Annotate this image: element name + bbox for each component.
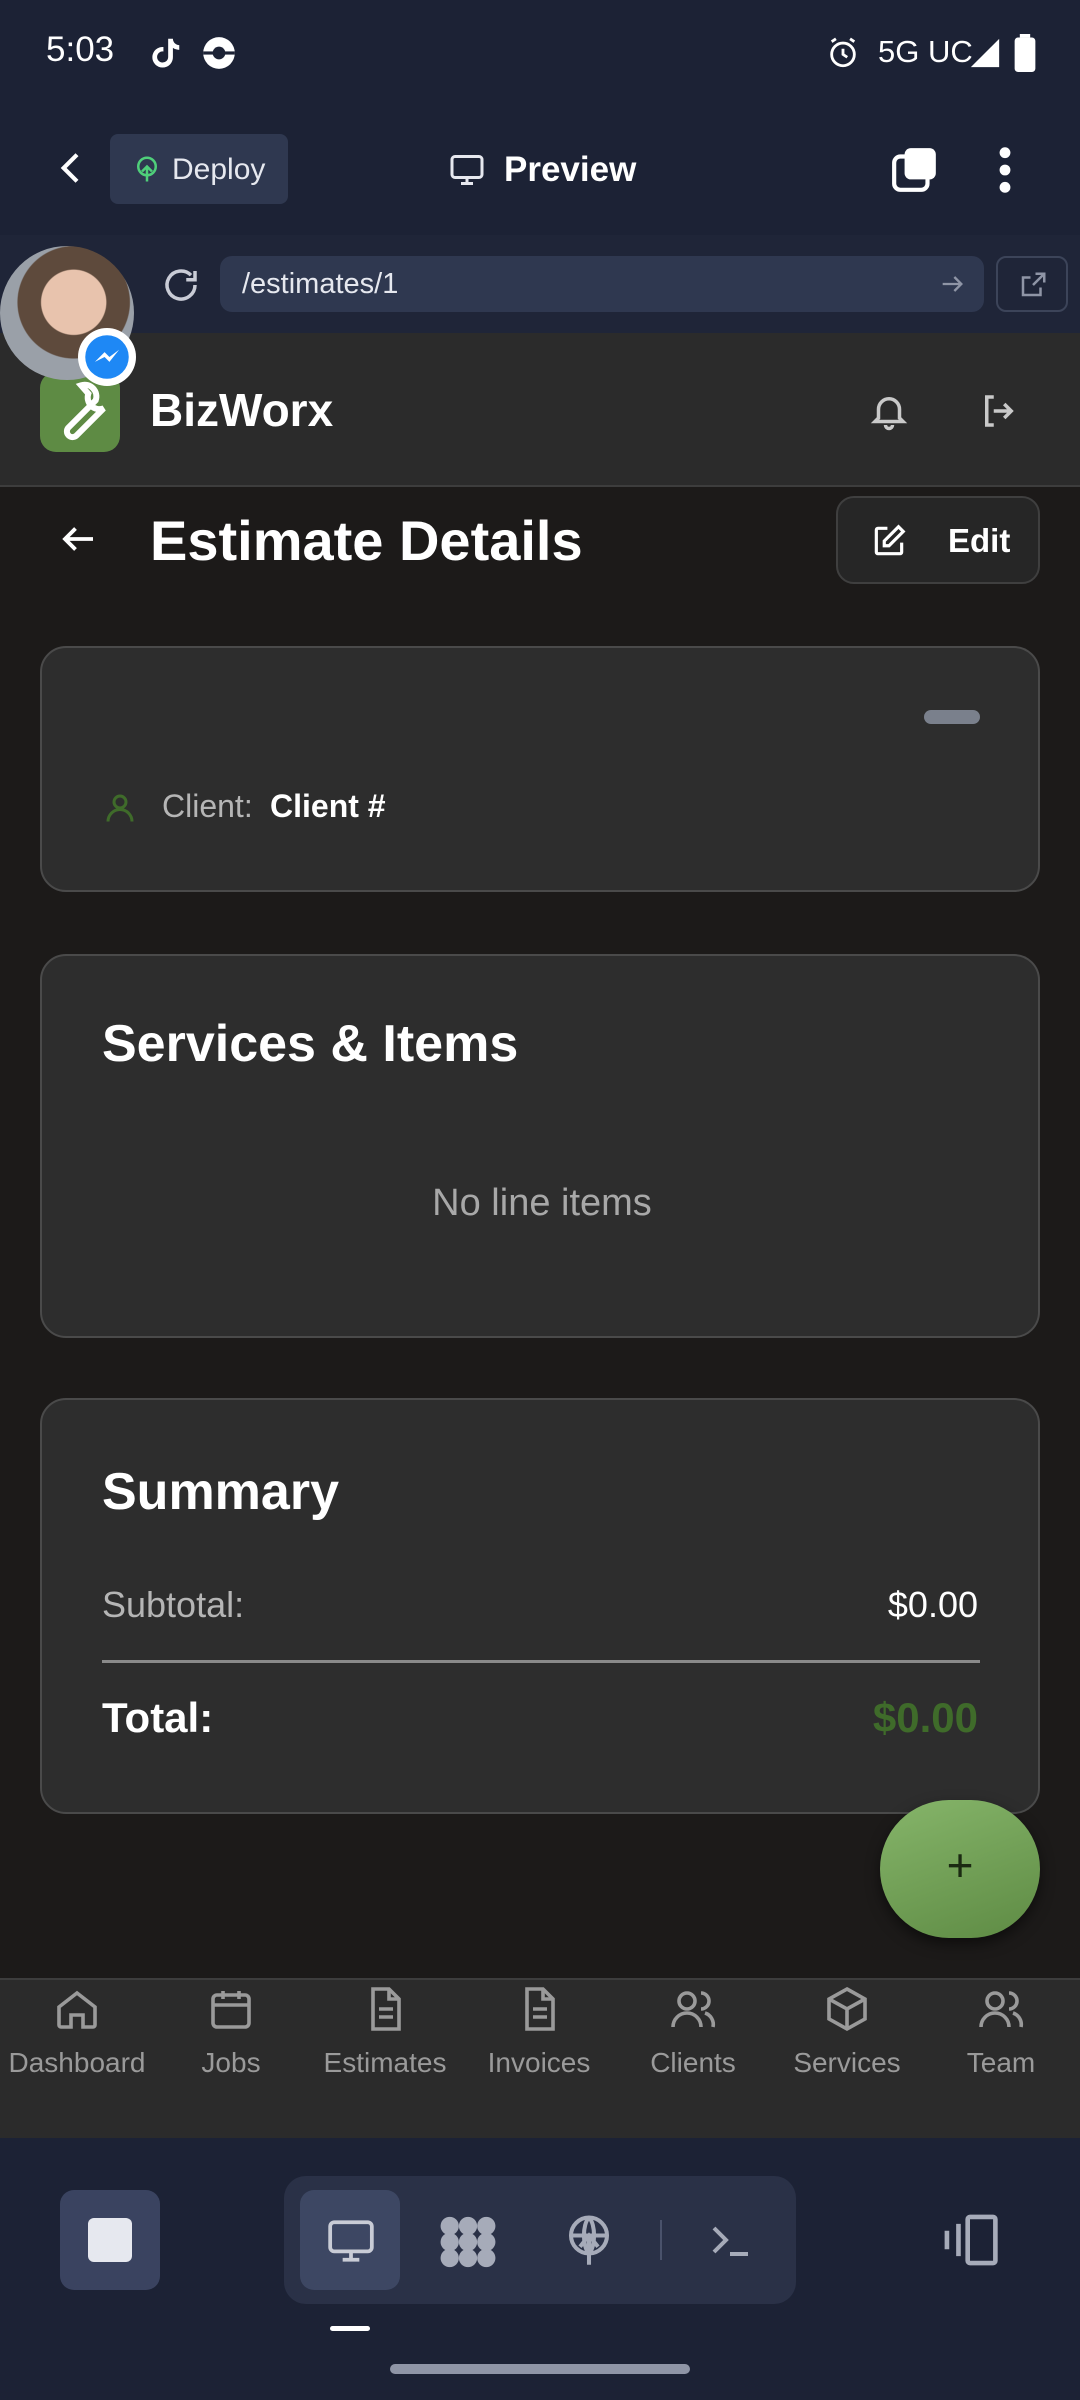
client-label: Client:: [162, 788, 253, 824]
summary-card: Summary Subtotal: $0.00 Total: $0.00: [40, 1398, 1040, 1814]
deploy-icon: [132, 154, 162, 184]
nav-dashboard[interactable]: Dashboard: [2, 1985, 152, 2105]
users-icon: [926, 1985, 1076, 2033]
user-icon: [102, 790, 138, 826]
logout-icon[interactable]: [978, 390, 1020, 432]
services-title: Services & Items: [102, 1015, 519, 1073]
signal-icon: [968, 36, 1002, 70]
preview-label[interactable]: Preview: [504, 150, 636, 190]
page-title: Estimate Details: [150, 509, 583, 572]
summary-divider: [102, 1660, 980, 1663]
url-text: /estimates/1: [242, 268, 399, 300]
users-icon: [618, 1985, 768, 2033]
app-notification-icon: [200, 34, 238, 72]
services-card: Services & Items No line items: [40, 954, 1040, 1338]
fab-plus: +: [946, 1839, 974, 1891]
edit-label: Edit: [948, 522, 1011, 559]
nav-team[interactable]: Team: [926, 1985, 1076, 2105]
back-chevron-icon[interactable]: [52, 146, 92, 190]
calendar-icon: [156, 1985, 306, 2033]
home-icon: [2, 1985, 152, 2033]
external-link-icon: [1018, 270, 1048, 300]
nav-label: Estimates: [323, 2047, 447, 2078]
tabs-icon[interactable]: [890, 144, 940, 194]
more-vertical-icon[interactable]: [992, 144, 1018, 196]
nav-label: Clients: [650, 2047, 736, 2078]
nav-invoices[interactable]: Invoices: [464, 1985, 614, 2105]
summary-title: Summary: [102, 1463, 339, 1521]
dock-separator: [660, 2220, 662, 2260]
document-icon: [464, 1985, 614, 2033]
bell-icon[interactable]: [868, 390, 910, 432]
tiktok-icon: [146, 34, 184, 72]
nav-label: Services: [793, 2047, 901, 2078]
battery-icon: [1014, 34, 1036, 72]
stop-button[interactable]: [60, 2190, 160, 2290]
url-field[interactable]: /estimates/1: [220, 256, 984, 312]
alarm-icon: [826, 36, 860, 70]
nav-label: Invoices: [487, 2047, 591, 2078]
open-external-button[interactable]: [996, 256, 1068, 312]
active-tab-indicator: [330, 2326, 370, 2331]
nav-label: Dashboard: [8, 2047, 146, 2078]
nav-clients[interactable]: Clients: [618, 1985, 768, 2105]
nav-services[interactable]: Services: [772, 1985, 922, 2105]
nav-label: Jobs: [201, 2047, 261, 2078]
stop-icon: [88, 2218, 132, 2262]
messenger-badge-icon: [78, 328, 136, 386]
page-back-arrow-icon[interactable]: [58, 518, 100, 560]
empty-state-text: No line items: [432, 1182, 652, 1224]
client-card: Client: Client #: [40, 646, 1040, 892]
nav-estimates[interactable]: Estimates: [310, 1985, 460, 2105]
terminal-icon[interactable]: [704, 2216, 756, 2264]
edit-icon: [870, 522, 908, 560]
deploy-tool-icon[interactable]: [562, 2210, 616, 2270]
status-time: 5:03: [46, 30, 115, 69]
monitor-icon: [326, 2216, 376, 2266]
edit-button[interactable]: Edit: [836, 496, 1040, 584]
status-bar: 5:03 5G UC: [0, 0, 1080, 105]
device-layout-icon[interactable]: [940, 2212, 1000, 2268]
go-arrow-icon[interactable]: [938, 270, 966, 298]
package-icon: [772, 1985, 922, 2033]
preview-tool-button[interactable]: [300, 2190, 400, 2290]
subtotal-value: $0.00: [887, 1584, 978, 1625]
gesture-handle[interactable]: [390, 2364, 690, 2374]
subtotal-label: Subtotal:: [102, 1584, 245, 1625]
client-value: Client #: [270, 788, 386, 824]
add-fab-button[interactable]: +: [880, 1800, 1040, 1938]
nav-jobs[interactable]: Jobs: [156, 1985, 306, 2105]
network-label: 5G UC: [878, 34, 973, 69]
monitor-icon: [448, 152, 486, 188]
nav-label: Team: [966, 2047, 1036, 2078]
total-label: Total:: [102, 1694, 214, 1741]
total-value: $0.00: [872, 1694, 978, 1741]
reload-icon[interactable]: [160, 264, 202, 306]
document-icon: [310, 1985, 460, 2033]
deploy-label: Deploy: [172, 153, 266, 186]
status-pill: [924, 710, 980, 724]
shell-packages-icon[interactable]: [436, 2214, 500, 2270]
deploy-button[interactable]: Deploy: [110, 134, 288, 204]
app-name: BizWorx: [150, 384, 334, 436]
